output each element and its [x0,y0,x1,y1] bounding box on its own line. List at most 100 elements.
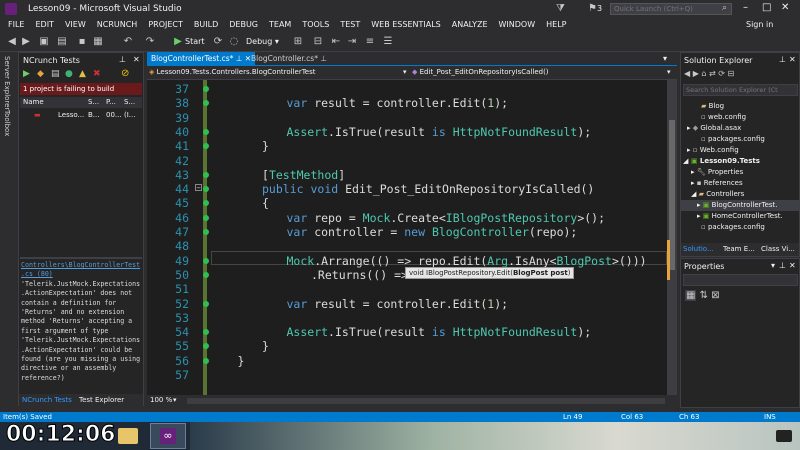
props-dropdown-icon[interactable]: ▾ [771,261,775,270]
test-coverage-marker[interactable] [203,128,209,135]
test-coverage-marker[interactable] [203,271,209,278]
code-line[interactable]: Assert.IsTrue(result is HttpNotFoundResu… [287,125,592,139]
expand-arrow-icon[interactable]: ▸ [697,212,701,220]
server-explorer-tab[interactable]: Server Explorer [3,56,11,110]
test-coverage-marker[interactable] [203,300,209,307]
code-line[interactable]: public void Edit_Post_EditOnRepositoryIs… [262,182,594,196]
test-coverage-marker[interactable] [203,143,209,150]
test-coverage-marker[interactable] [203,214,209,221]
start-icon[interactable]: ▶ [172,36,184,48]
panel-splitter[interactable] [20,257,142,259]
code-line[interactable]: } [262,339,269,353]
menu-analyze[interactable]: ANALYZE [452,20,488,29]
test-coverage-marker[interactable] [203,100,209,107]
tree-item-tests-packages-config[interactable]: ▫ packages.config [681,222,765,231]
se-close-icon[interactable]: ✕ [789,55,796,64]
file-explorer-icon[interactable] [118,428,138,444]
table-row[interactable]: ▬ Lesso... B... 00... (I... [20,110,142,121]
collapse-arrow-icon[interactable]: ◢ [683,157,688,165]
tree-item-packages-config[interactable]: ▫ packages.config [681,134,765,145]
code-line[interactable]: } [238,354,245,368]
tab-team-explorer[interactable]: Team E... [723,243,755,256]
se-refresh-icon[interactable]: ⟳ [718,69,725,78]
se-home-icon[interactable]: ⌂ [701,69,706,78]
code-line[interactable]: var result = controller.Edit(1); [287,96,509,110]
se-forward-icon[interactable]: ▶ [693,69,699,78]
tree-item-web-config[interactable]: ▫ web.config [681,112,746,123]
expand-arrow-icon[interactable]: ▸ [691,179,695,187]
test-coverage-marker[interactable] [203,257,209,264]
menu-team[interactable]: TEAM [269,20,291,29]
zoom-chevron-icon[interactable]: ▾ [173,396,177,404]
warning-icon[interactable]: ▲ [79,69,86,79]
forward-icon[interactable]: ▶ [20,36,32,48]
minimize-button[interactable]: – [743,2,748,13]
test-coverage-marker[interactable] [203,200,209,207]
redo-icon[interactable]: ↷ [144,36,156,48]
expand-arrow-icon[interactable]: ▸ [691,168,695,176]
start-button[interactable]: Start [185,37,205,46]
tab-test-explorer[interactable]: Test Explorer [79,394,124,406]
toolbox-tab[interactable]: Toolbox [3,110,11,136]
test-coverage-marker[interactable] [203,357,209,364]
config-dropdown[interactable]: Debug ▾ [246,36,282,48]
error-source-link[interactable]: Controllers\BlogControllerTest.cs (80) [21,261,140,278]
se-sync-icon[interactable]: ⇄ [709,69,716,78]
col-status[interactable]: S... [88,97,99,108]
stop-icon[interactable]: ⊘ [121,68,129,79]
horizontal-scrollbar[interactable] [187,398,665,404]
save-icon[interactable]: ▪ [76,36,88,48]
props-close-icon[interactable]: ✕ [789,261,796,270]
property-pages-icon[interactable]: ⊠ [711,290,719,301]
zoom-level[interactable]: 100 % [150,396,172,404]
save-all-icon[interactable]: ▦ [92,36,104,48]
test-coverage-marker[interactable] [203,329,209,336]
col-name[interactable]: Name [23,97,44,108]
menu-window[interactable]: WINDOW [499,20,536,29]
test-coverage-marker[interactable] [203,343,209,350]
status-icon[interactable]: ● [65,69,73,79]
refresh-icon[interactable]: ⟳ [212,36,224,48]
test-coverage-marker[interactable] [203,86,209,92]
tab-class-view[interactable]: Class Vi... [761,243,795,256]
expand-arrow-icon[interactable]: ▸ [697,201,701,209]
menu-build[interactable]: BUILD [194,20,218,29]
toolbar-misc-icon-4[interactable]: ⇥ [346,36,358,48]
menu-web-essentials[interactable]: WEB ESSENTIALS [371,20,441,29]
code-line[interactable]: } [262,139,269,153]
quick-launch-input[interactable] [610,3,732,15]
col-processing[interactable]: P... [106,97,116,108]
tree-item-tests-project[interactable]: ◢ ▣ Lesson09.Tests [681,156,760,167]
new-project-icon[interactable]: ▣ [38,36,50,48]
code-line[interactable]: { [262,196,269,210]
tree-item-controllers[interactable]: ◢ ▰ Controllers [681,189,744,200]
code-line[interactable]: var repo = Mock.Create<IBlogPostReposito… [287,211,606,225]
back-icon[interactable]: ◀ [6,36,18,48]
class-navigator[interactable]: ◈ Lesson09.Tests.Controllers.BlogControl… [149,67,409,78]
tree-item-global-asax[interactable]: ▸ ◆ Global.asax [681,123,741,134]
close-button[interactable]: ✕ [781,2,789,13]
collapse-arrow-icon[interactable]: ◢ [691,190,696,198]
test-coverage-marker[interactable] [203,171,209,178]
code-line[interactable]: var result = controller.Edit(1); [287,297,509,311]
col-summary[interactable]: S... [124,97,135,108]
open-icon[interactable]: ▤ [56,36,68,48]
test-coverage-marker[interactable] [203,229,209,235]
maximize-button[interactable]: □ [762,2,771,13]
undo-icon[interactable]: ↶ [122,36,134,48]
editor-scrollbar[interactable] [667,80,677,395]
se-collapse-icon[interactable]: ⊟ [728,69,735,78]
flag-icon[interactable]: ⚑ [588,3,597,14]
tab-blogcontroller-pin-icon[interactable]: ⊥ [320,54,327,63]
tab-overflow-icon[interactable]: ▾ [663,54,667,63]
tab-solution-explorer[interactable]: Solutio... [683,243,714,256]
collapse-outline-icon[interactable]: − [195,184,202,192]
notification-area[interactable] [776,430,792,442]
panel-close-icon[interactable]: ✕ [133,55,140,64]
toolbar-misc-icon-5[interactable]: ≡ [364,36,376,48]
toolbar-misc-icon-2[interactable]: ⊟ [312,36,324,48]
tree-item-references[interactable]: ▸ ▪ References [681,178,743,189]
solution-search-input[interactable] [683,84,798,96]
signin-link[interactable]: Sign in [746,20,773,29]
toolbar-misc-icon-6[interactable]: ☰ [382,36,394,48]
